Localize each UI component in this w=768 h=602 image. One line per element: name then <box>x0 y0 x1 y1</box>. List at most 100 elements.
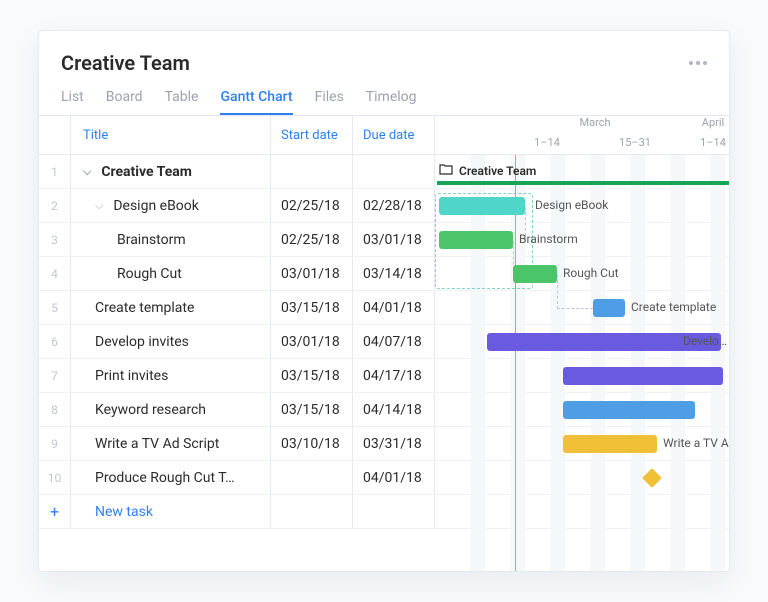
start-date[interactable]: 03/15/18 <box>271 359 353 392</box>
timeline-cell <box>435 359 729 392</box>
task-title[interactable]: Create template <box>71 291 271 324</box>
gantt-bar[interactable] <box>563 435 657 453</box>
range-label: 1–14 <box>683 136 730 149</box>
row-number: 9 <box>39 427 71 460</box>
timeline-cell <box>435 461 729 494</box>
page-title: Creative Team <box>61 51 190 75</box>
chevron-down-icon[interactable]: ⌵ <box>95 199 103 213</box>
row-number: 6 <box>39 325 71 358</box>
table-row: 1⌵Creative Team Creative Team <box>39 155 729 189</box>
tabs: List Board Table Gantt Chart Files Timelog <box>61 89 707 115</box>
due-date[interactable]: 03/14/18 <box>353 257 435 290</box>
bar-label: Develop… <box>683 334 729 348</box>
row-number: 1 <box>39 155 71 188</box>
tab-board[interactable]: Board <box>106 89 143 115</box>
row-number: 5 <box>39 291 71 324</box>
bar-label: Write a TV Ad… <box>663 436 729 450</box>
range-label: 1–14 <box>507 136 587 149</box>
due-date[interactable]: 04/14/18 <box>353 393 435 426</box>
gantt-bar[interactable] <box>563 367 723 385</box>
start-date[interactable] <box>271 461 353 494</box>
due-date[interactable] <box>353 155 435 188</box>
row-number: 8 <box>39 393 71 426</box>
task-title[interactable]: Develop invites <box>71 325 271 358</box>
row-number: 2 <box>39 189 71 222</box>
range-label: 15–31 <box>587 136 683 149</box>
gantt-card: Creative Team List Board Table Gantt Chart F… <box>38 30 730 572</box>
group-label[interactable]: Creative Team <box>439 163 536 178</box>
tab-files[interactable]: Files <box>315 89 344 115</box>
due-date[interactable]: 02/28/18 <box>353 189 435 222</box>
more-menu-icon[interactable] <box>689 61 707 65</box>
due-date[interactable]: 03/31/18 <box>353 427 435 460</box>
task-title[interactable]: Write a TV Ad Script <box>71 427 271 460</box>
start-date[interactable]: 02/25/18 <box>271 223 353 256</box>
timeline-cell: Rough Cut <box>435 257 729 290</box>
start-date[interactable]: 03/15/18 <box>271 393 353 426</box>
timeline-cell: Design eBook <box>435 189 729 222</box>
due-date[interactable]: 03/01/18 <box>353 223 435 256</box>
row-number: 4 <box>39 257 71 290</box>
due-date[interactable]: 04/17/18 <box>353 359 435 392</box>
gantt-bar[interactable] <box>439 197 525 215</box>
rownum-header <box>39 116 71 154</box>
timeline-header: MarchApril 1–1415–311–14 <box>435 116 729 154</box>
column-headers: Title Start date Due date MarchApril 1–14… <box>39 115 729 155</box>
table-row: 4Rough Cut03/01/1803/14/18Rough Cut <box>39 257 729 291</box>
task-title[interactable]: Brainstorm <box>71 223 271 256</box>
tab-table[interactable]: Table <box>165 89 199 115</box>
timeline-cell: Create template <box>435 291 729 324</box>
month-label: March <box>507 116 683 129</box>
table-row: 2⌵Design eBook02/25/1802/28/18 Design eBo… <box>39 189 729 223</box>
table-row: 3Brainstorm02/25/1803/01/18Brainstorm <box>39 223 729 257</box>
col-due[interactable]: Due date <box>353 116 435 154</box>
plus-icon[interactable]: + <box>39 495 71 528</box>
new-task-label[interactable]: New task <box>71 495 271 528</box>
tab-list[interactable]: List <box>61 89 84 115</box>
due-date[interactable]: 04/01/18 <box>353 291 435 324</box>
bar-label: Brainstorm <box>519 232 578 246</box>
gantt-bar[interactable] <box>439 231 513 249</box>
start-date[interactable]: 03/01/18 <box>271 325 353 358</box>
table-row: 7Print invites03/15/1804/17/18 <box>39 359 729 393</box>
due-date[interactable]: 04/07/18 <box>353 325 435 358</box>
timeline-cell: Write a TV Ad… <box>435 427 729 460</box>
col-title[interactable]: Title <box>71 116 271 154</box>
folder-icon <box>439 163 453 178</box>
col-start[interactable]: Start date <box>271 116 353 154</box>
start-date[interactable]: 03/15/18 <box>271 291 353 324</box>
start-date[interactable] <box>271 155 353 188</box>
tab-timelog[interactable]: Timelog <box>366 89 417 115</box>
new-task-row[interactable]: +New task <box>39 495 729 529</box>
milestone-icon[interactable] <box>642 468 662 488</box>
body: 1⌵Creative TeamCreative Team2⌵Design eBo… <box>39 155 729 571</box>
bar-label: Create template <box>631 300 716 314</box>
timeline-cell <box>435 393 729 426</box>
gantt-bar[interactable] <box>513 265 557 283</box>
table-row: 6Develop invites03/01/1804/07/18 Develop… <box>39 325 729 359</box>
table-row: 9Write a TV Ad Script03/10/1803/31/18 Wri… <box>39 427 729 461</box>
gantt-bar[interactable] <box>593 299 625 317</box>
start-date[interactable]: 03/01/18 <box>271 257 353 290</box>
table-row: 5Create template03/15/1804/01/18Create t… <box>39 291 729 325</box>
timeline-cell: Creative Team <box>435 155 729 188</box>
start-date[interactable]: 02/25/18 <box>271 189 353 222</box>
task-title[interactable]: ⌵Design eBook <box>71 189 271 222</box>
row-number: 10 <box>39 461 71 494</box>
month-label: April <box>683 116 730 129</box>
task-title[interactable]: ⌵Creative Team <box>71 155 271 188</box>
task-title[interactable]: Produce Rough Cut T… <box>71 461 271 494</box>
row-number: 3 <box>39 223 71 256</box>
timeline-cell: Brainstorm <box>435 223 729 256</box>
task-title[interactable]: Keyword research <box>71 393 271 426</box>
task-title[interactable]: Print invites <box>71 359 271 392</box>
tab-gantt-chart[interactable]: Gantt Chart <box>220 89 292 115</box>
summary-bar[interactable] <box>437 181 729 185</box>
start-date[interactable]: 03/10/18 <box>271 427 353 460</box>
due-date[interactable]: 04/01/18 <box>353 461 435 494</box>
chevron-down-icon[interactable]: ⌵ <box>83 165 91 179</box>
bar-label: Design eBook <box>535 198 608 212</box>
task-title[interactable]: Rough Cut <box>71 257 271 290</box>
gantt-bar[interactable] <box>563 401 695 419</box>
table-row: 8Keyword research03/15/1804/14/18 <box>39 393 729 427</box>
